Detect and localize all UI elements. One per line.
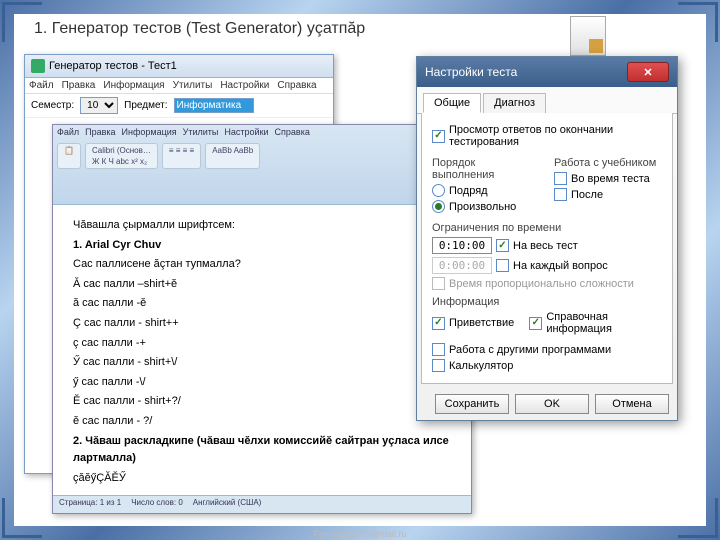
order-section-title: Порядок выполнения: [432, 157, 540, 181]
close-icon: ✕: [643, 66, 652, 79]
app-icon: [570, 16, 606, 56]
word-tab[interactable]: Утилиты: [183, 127, 219, 137]
reference-checkbox[interactable]: [529, 317, 542, 330]
ok-button[interactable]: OK: [515, 394, 589, 414]
word-tab[interactable]: Информация: [122, 127, 177, 137]
tab-general[interactable]: Общие: [423, 93, 481, 113]
order-random-radio[interactable]: [432, 200, 445, 213]
calculator-label: Калькулятор: [449, 360, 513, 372]
info-section-title: Информация: [432, 296, 662, 308]
word-tab[interactable]: Правка: [85, 127, 115, 137]
textbook-during-label: Во время теста: [571, 173, 650, 185]
time-total-label: На весь тест: [513, 240, 578, 252]
word-document-body[interactable]: Чăвашла çырмалли шрифтсем: 1. Arial Cyr …: [53, 205, 471, 485]
other-programs-label: Работа с другими программами: [449, 344, 611, 356]
word-tab[interactable]: Настройки: [224, 127, 268, 137]
order-sequential-label: Подряд: [449, 185, 488, 197]
doc-line: Ĕ сас палли - shirt+?/: [73, 393, 451, 411]
dialog-title-text: Настройки теста: [425, 65, 517, 79]
textbook-section-title: Работа с учебником: [554, 157, 662, 169]
doc-heading2: 2. Чăваш раскладкипе (чăваш чĕлхи комисс…: [73, 433, 451, 468]
semester-label: Семестр:: [31, 100, 74, 111]
doc-line: Ç сас палли - shirt++: [73, 315, 451, 333]
time-section-title: Ограничения по времени: [432, 222, 662, 234]
subject-input[interactable]: [174, 98, 254, 113]
doc-heading: Чăвашла çырмалли шрифтсем:: [73, 217, 451, 235]
word-statusbar: Страница: 1 из 1 Число слов: 0 Английски…: [53, 495, 471, 513]
doc-line: ĕ сас палли - ?/: [73, 413, 451, 431]
order-sequential-radio[interactable]: [432, 184, 445, 197]
doc-line: ă сас палли -ĕ: [73, 295, 451, 313]
slide-title: 1. Генератор тестов (Test Generator) уçа…: [34, 20, 365, 38]
doc-line: Ă сас палли –shirt+ĕ: [73, 276, 451, 294]
time-total-input[interactable]: [432, 237, 492, 254]
ribbon-clipboard[interactable]: 📋: [57, 143, 81, 169]
doc-line: Ӳ сас палли - shirt+\/: [73, 354, 451, 372]
time-each-checkbox[interactable]: [496, 259, 509, 272]
footer-credit: FokinaLida.75@mail.ru: [314, 529, 407, 539]
menu-edit[interactable]: Правка: [62, 80, 96, 91]
doc-line: Сас паллисене ăçтан тупмалла?: [73, 256, 451, 274]
time-proportional-checkbox: [432, 277, 445, 290]
status-lang: Английский (США): [193, 498, 262, 511]
menu-utils[interactable]: Утилиты: [173, 80, 213, 91]
status-page: Страница: 1 из 1: [59, 498, 121, 511]
doc-line: 1. Arial Cyr Chuv: [73, 237, 451, 255]
textbook-after-label: После: [571, 189, 603, 201]
doc-line: ӳ сас палли -\/: [73, 374, 451, 392]
ribbon-styles[interactable]: AaBb AaBb: [205, 143, 260, 169]
generator-menubar[interactable]: Файл Правка Информация Утилиты Настройки…: [25, 78, 333, 94]
save-button[interactable]: Сохранить: [435, 394, 509, 414]
menu-settings[interactable]: Настройки: [220, 80, 269, 91]
dialog-titlebar[interactable]: Настройки теста ✕: [417, 57, 677, 87]
time-proportional-label: Время пропорционально сложности: [449, 278, 634, 290]
textbook-after-checkbox[interactable]: [554, 188, 567, 201]
tab-diagnosis[interactable]: Диагноз: [483, 93, 546, 113]
time-each-label: На каждый вопрос: [513, 260, 608, 272]
menu-help[interactable]: Справка: [277, 80, 316, 91]
other-programs-checkbox[interactable]: [432, 343, 445, 356]
preview-label: Просмотр ответов по окончании тестирован…: [449, 124, 662, 148]
ribbon-font[interactable]: Calibri (Основ…Ж К Ч abc x² x₂: [85, 143, 158, 169]
generator-title-text: Генератор тестов - Тест1: [49, 60, 177, 72]
subject-label: Предмет:: [124, 100, 167, 111]
generator-titlebar[interactable]: Генератор тестов - Тест1: [25, 55, 333, 78]
cancel-button[interactable]: Отмена: [595, 394, 669, 414]
calculator-checkbox[interactable]: [432, 359, 445, 372]
menu-info[interactable]: Информация: [103, 80, 164, 91]
settings-dialog: Настройки теста ✕ Общие Диагноз Просмотр…: [416, 56, 678, 421]
status-words: Число слов: 0: [131, 498, 183, 511]
time-total-checkbox[interactable]: [496, 239, 509, 252]
order-random-label: Произвольно: [449, 201, 516, 213]
textbook-during-checkbox[interactable]: [554, 172, 567, 185]
ribbon-para[interactable]: ≡ ≡ ≡ ≡: [162, 143, 201, 169]
time-each-input[interactable]: [432, 257, 492, 274]
close-button[interactable]: ✕: [627, 62, 669, 82]
word-ribbon: Файл Правка Информация Утилиты Настройки…: [53, 125, 471, 205]
menu-file[interactable]: Файл: [29, 80, 54, 91]
app-icon-small: [31, 59, 45, 73]
semester-select[interactable]: 10: [80, 97, 118, 114]
doc-line: ç сас палли -+: [73, 335, 451, 353]
greeting-checkbox[interactable]: [432, 317, 445, 330]
preview-checkbox[interactable]: [432, 130, 445, 143]
word-window: Файл Правка Информация Утилиты Настройки…: [52, 124, 472, 514]
doc-line: çăĕӳÇĂĔӲ: [73, 470, 451, 485]
word-tab[interactable]: Справка: [275, 127, 310, 137]
word-tab[interactable]: Файл: [57, 127, 79, 137]
reference-label: Справочная информация: [546, 311, 662, 335]
greeting-label: Приветствие: [449, 317, 514, 329]
